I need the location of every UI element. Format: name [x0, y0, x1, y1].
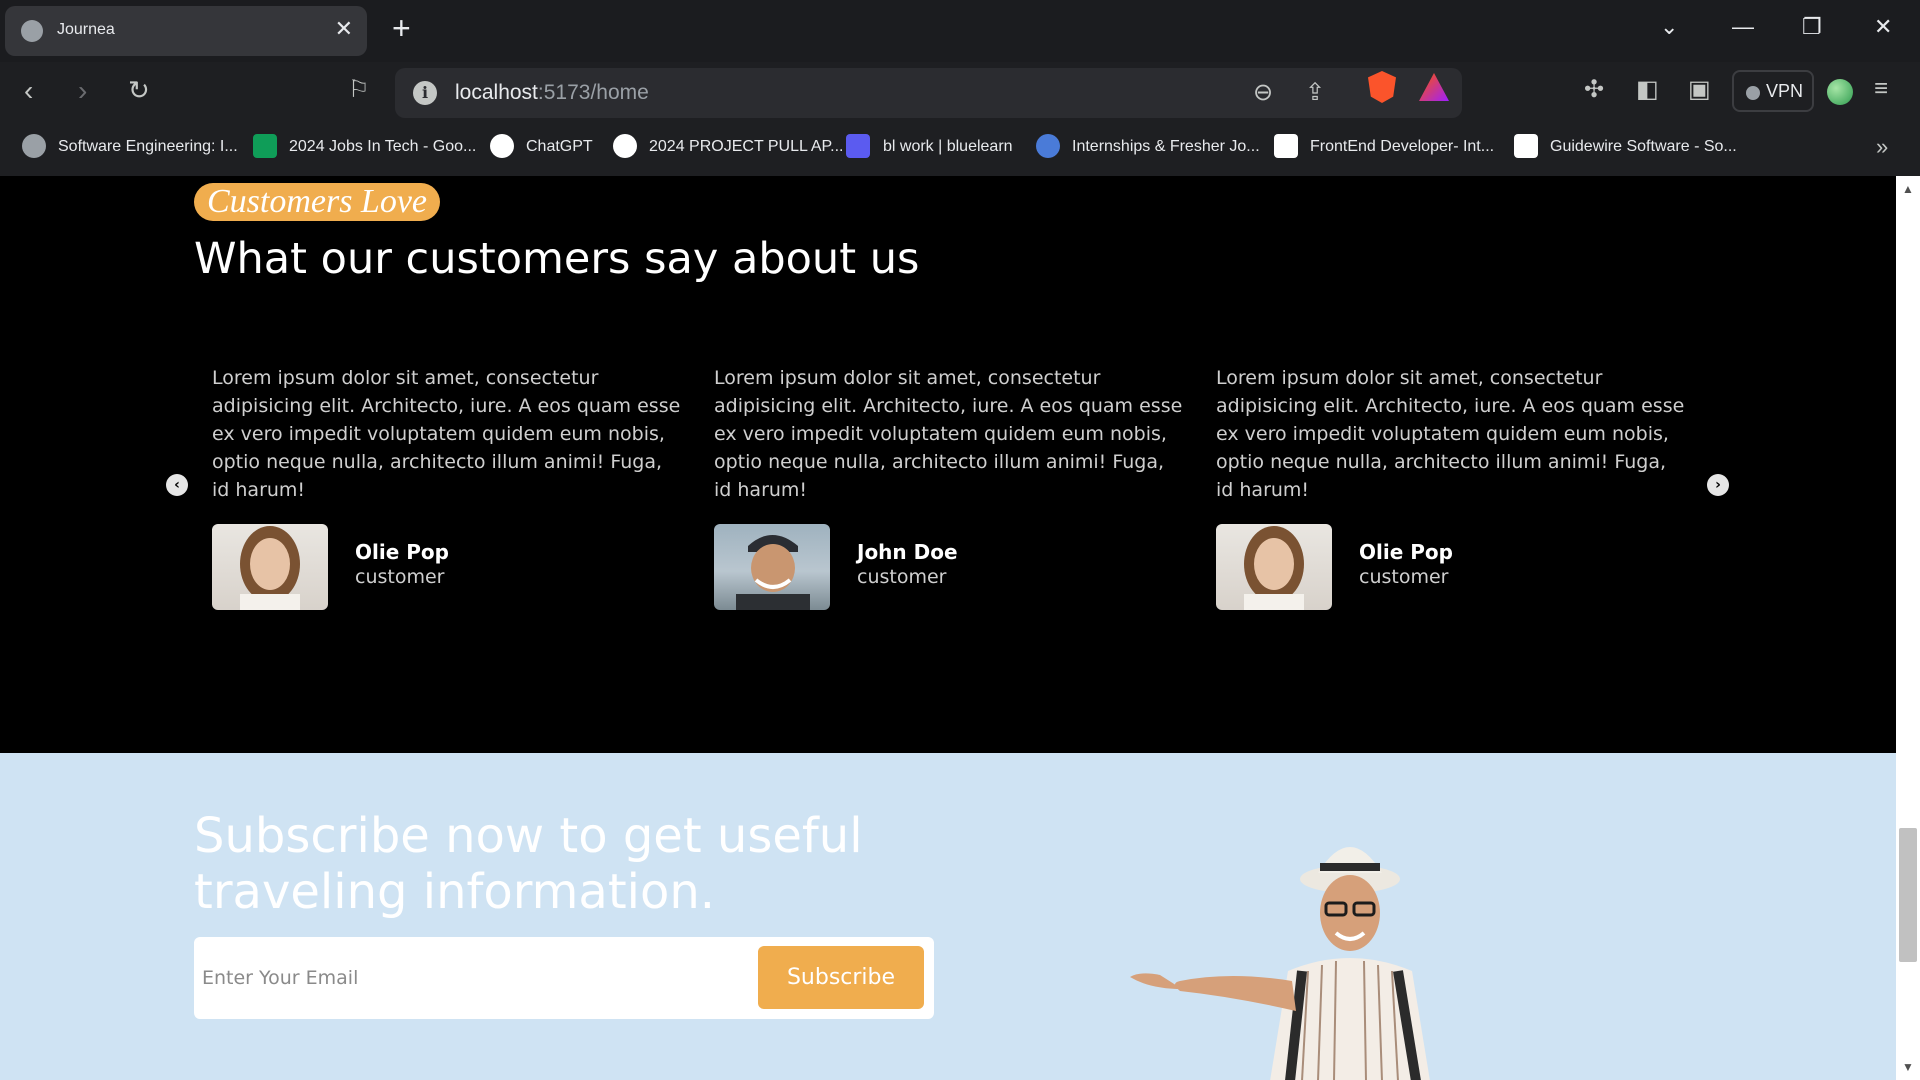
bookmark-0-icon — [22, 134, 46, 158]
vpn-button[interactable]: VPN — [1732, 70, 1814, 112]
sidebar-icon[interactable]: ◧ — [1636, 75, 1659, 104]
testimonial-quote: Lorem ipsum dolor sit amet, consectetur … — [714, 367, 1183, 501]
testimonials-section: Customers Love What our customers say ab… — [0, 176, 1896, 753]
share-icon[interactable]: ⇪ — [1305, 78, 1325, 107]
more-bookmarks-icon[interactable]: » — [1876, 134, 1888, 160]
customer-photo — [714, 524, 830, 610]
bookmark-item[interactable]: bl work | bluelearn — [883, 138, 1013, 156]
menu-icon[interactable]: ≡ — [1874, 75, 1888, 103]
url-path: :5173/home — [537, 81, 649, 104]
bookmark-item[interactable]: 2024 PROJECT PULL AP... — [649, 138, 843, 156]
browser-toolbar: ‹ › ↻ ⚐ i localhost:5173/home ⊖ ⇪ ✣ ◧ ▣ … — [0, 62, 1920, 124]
customer-photo — [1216, 524, 1332, 610]
testimonial-quote: Lorem ipsum dolor sit amet, consectetur … — [212, 367, 681, 501]
bookmark-5-icon — [1036, 134, 1060, 158]
globe-icon — [21, 20, 43, 42]
bookmark-item[interactable]: ChatGPT — [526, 138, 593, 156]
testimonial-card: Lorem ipsum dolor sit amet, consectetur … — [1216, 364, 1686, 610]
bookmark-item[interactable]: Software Engineering: I... — [58, 138, 238, 156]
email-input[interactable] — [202, 953, 742, 1003]
bookmark-4-icon — [846, 134, 870, 158]
bookmark-7-icon — [1514, 134, 1538, 158]
customer-photo — [212, 524, 328, 610]
bookmark-item[interactable]: Internships & Fresher Jo... — [1072, 138, 1260, 156]
testimonial-author: Olie Pop customer — [212, 524, 682, 610]
scrollbar-thumb[interactable] — [1899, 828, 1917, 962]
woman-portrait-image — [240, 526, 300, 610]
section-badge: Customers Love — [194, 183, 440, 221]
subscribe-heading: Subscribe now to get useful traveling in… — [194, 808, 863, 920]
new-tab-icon[interactable]: + — [392, 10, 411, 47]
bookmark-icon[interactable]: ⚐ — [348, 75, 370, 104]
browser-tab[interactable]: Journea ✕ — [5, 6, 367, 56]
scroll-up-icon[interactable]: ▲ — [1902, 182, 1914, 196]
customer-name: John Doe — [857, 540, 958, 564]
bookmark-item[interactable]: 2024 Jobs In Tech - Goo... — [289, 138, 476, 156]
customer-name: Olie Pop — [355, 540, 449, 564]
testimonial-card: Lorem ipsum dolor sit amet, consectetur … — [212, 364, 682, 610]
scroll-down-icon[interactable]: ▼ — [1902, 1060, 1914, 1074]
bookmark-2-icon — [490, 134, 514, 158]
traveler-man-image — [1130, 847, 1430, 1080]
browser-tab-strip: Journea ✕ + ⌄ — ❐ ✕ — [0, 0, 1920, 62]
zoom-out-icon[interactable]: ⊖ — [1253, 78, 1273, 107]
bookmark-item[interactable]: Guidewire Software - So... — [1550, 138, 1737, 156]
tab-title: Journea — [57, 21, 115, 38]
forward-icon[interactable]: › — [78, 75, 87, 107]
site-info-icon[interactable]: i — [413, 81, 437, 105]
bookmark-3-icon — [613, 134, 637, 158]
subscribe-button[interactable]: Subscribe — [758, 946, 924, 1009]
page-scrollbar[interactable]: ▲ ▼ — [1896, 176, 1920, 1080]
testimonial-quote: Lorem ipsum dolor sit amet, consectetur … — [1216, 367, 1685, 501]
wallet-icon[interactable]: ▣ — [1688, 75, 1711, 104]
testimonial-author: Olie Pop customer — [1216, 524, 1686, 610]
address-bar[interactable]: i localhost:5173/home ⊖ ⇪ — [395, 68, 1462, 118]
man-portrait-image — [736, 535, 810, 610]
profile-avatar[interactable] — [1827, 79, 1853, 105]
carousel-next-button[interactable]: › — [1707, 474, 1729, 496]
subscribe-form: Subscribe — [194, 937, 934, 1019]
bookmark-6-icon — [1274, 134, 1298, 158]
back-icon[interactable]: ‹ — [24, 75, 33, 107]
woman-portrait-image — [1244, 526, 1304, 610]
testimonial-card: Lorem ipsum dolor sit amet, consectetur … — [714, 364, 1184, 610]
carousel-prev-button[interactable]: ‹ — [166, 474, 188, 496]
restore-icon[interactable]: ❐ — [1802, 14, 1822, 40]
url-host: localhost — [455, 81, 538, 104]
minimize-icon[interactable]: — — [1732, 14, 1754, 40]
page-viewport: Customers Love What our customers say ab… — [0, 176, 1896, 1080]
customer-role: customer — [355, 566, 445, 588]
tab-search-chevron-icon[interactable]: ⌄ — [1660, 14, 1678, 40]
vpn-status-icon — [1746, 86, 1760, 100]
customer-role: customer — [1359, 566, 1449, 588]
vpn-label: VPN — [1766, 81, 1804, 101]
bookmark-1-icon — [253, 134, 277, 158]
testimonial-author: John Doe customer — [714, 524, 1184, 610]
section-title: What our customers say about us — [194, 234, 920, 284]
customer-role: customer — [857, 566, 947, 588]
close-tab-icon[interactable]: ✕ — [335, 16, 353, 42]
bookmarks-bar: Software Engineering: I... 2024 Jobs In … — [0, 124, 1920, 176]
subscribe-section: Subscribe now to get useful traveling in… — [0, 753, 1896, 1080]
bookmark-item[interactable]: FrontEnd Developer- Int... — [1310, 138, 1494, 156]
close-window-icon[interactable]: ✕ — [1874, 14, 1892, 40]
reload-icon[interactable]: ↻ — [128, 75, 150, 106]
customer-name: Olie Pop — [1359, 540, 1453, 564]
url-text[interactable]: localhost:5173/home — [455, 81, 649, 105]
extensions-icon[interactable]: ✣ — [1584, 75, 1604, 104]
